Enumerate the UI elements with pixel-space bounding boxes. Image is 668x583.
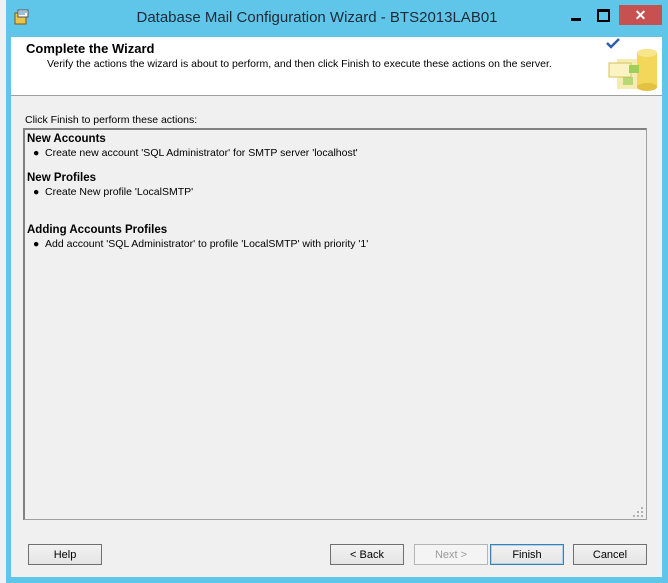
page-title: Complete the Wizard	[26, 41, 155, 56]
maximize-button[interactable]	[590, 5, 617, 25]
wizard-body: Complete the Wizard Verify the actions t…	[11, 37, 662, 577]
close-button[interactable]: ✕	[619, 5, 662, 25]
window-title: Database Mail Configuration Wizard - BTS…	[136, 9, 498, 26]
section-title-new-accounts: New Accounts	[27, 133, 106, 145]
cancel-button[interactable]: Cancel	[573, 544, 647, 565]
list-item: ● Create new account 'SQL Administrator' …	[33, 147, 358, 159]
instruction-label: Click Finish to perform these actions:	[25, 114, 198, 126]
bullet-icon: ●	[33, 238, 40, 250]
resize-grip-icon[interactable]	[632, 505, 644, 517]
bullet-icon: ●	[33, 147, 40, 159]
minimize-icon	[570, 17, 581, 21]
next-button[interactable]: Next >	[414, 544, 488, 565]
section-title-new-profiles: New Profiles	[27, 172, 97, 184]
wizard-window: Database Mail Configuration Wizard - BTS…	[6, 0, 668, 583]
title-bar[interactable]: Database Mail Configuration Wizard - BTS…	[6, 0, 668, 37]
list-item-text: Add account 'SQL Administrator' to profi…	[45, 238, 369, 250]
section-title-adding-accounts-profiles: Adding Accounts Profiles	[27, 224, 168, 236]
wizard-header: Complete the Wizard Verify the actions t…	[11, 37, 662, 96]
list-item-text: Create New profile 'LocalSMTP'	[45, 186, 194, 198]
page-subtitle: Verify the actions the wizard is about t…	[47, 58, 552, 70]
back-button[interactable]: < Back	[330, 544, 404, 565]
close-icon: ✕	[634, 6, 647, 23]
bullet-icon: ●	[33, 186, 40, 198]
database-mail-graphic-icon	[599, 37, 659, 95]
list-item-text: Create new account 'SQL Administrator' f…	[45, 147, 358, 159]
actions-list[interactable]: New Accounts ● Create new account 'SQL Ad…	[23, 128, 647, 520]
list-item: ● Create New profile 'LocalSMTP'	[33, 186, 193, 198]
finish-button[interactable]: Finish	[490, 544, 564, 565]
maximize-icon	[597, 8, 610, 22]
help-button[interactable]: Help	[28, 544, 102, 565]
list-item: ● Add account 'SQL Administrator' to prof…	[33, 238, 368, 250]
minimize-button[interactable]	[562, 5, 589, 25]
